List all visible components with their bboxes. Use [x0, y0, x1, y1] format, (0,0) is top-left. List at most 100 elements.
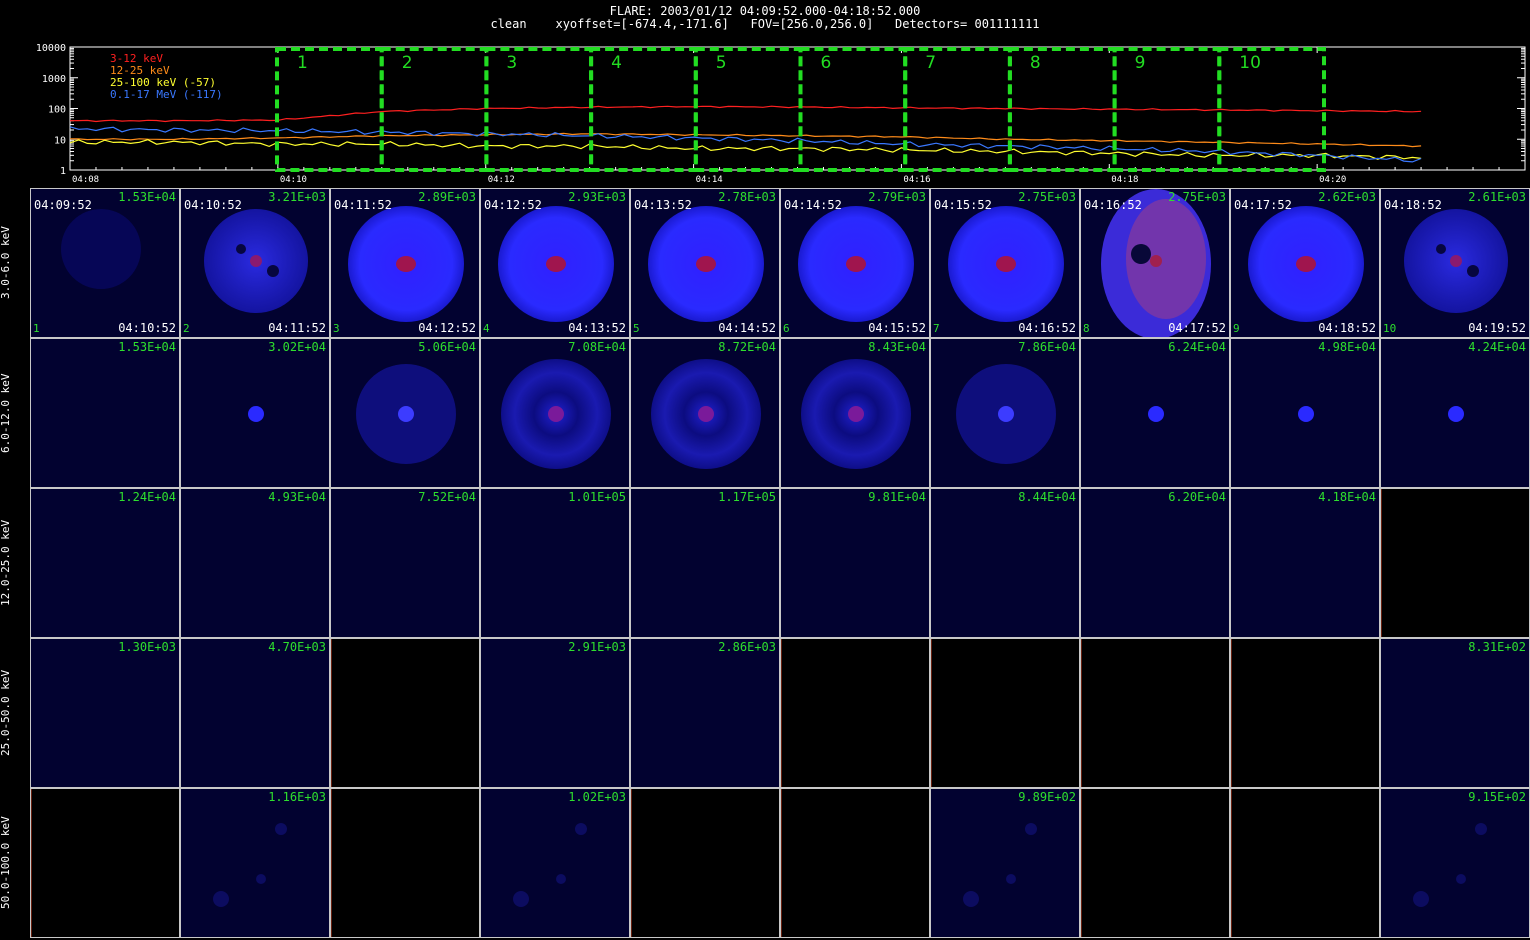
image-cell [330, 638, 480, 788]
end-time: 04:10:52 [118, 321, 176, 335]
cell-image [331, 489, 480, 638]
peak-count: 2.78E+03 [718, 190, 776, 204]
end-time: 04:15:52 [868, 321, 926, 335]
interval-label: 5 [716, 53, 727, 73]
x-tick-label: 04:12 [488, 175, 515, 185]
empty-axes [781, 639, 782, 787]
peak-count: 1.02E+03 [568, 790, 626, 804]
peak-count: 1.17E+05 [718, 490, 776, 504]
image-cell: 2.89E+03 04:11:52 04:12:52 3 [330, 188, 480, 338]
interval-number: 7 [933, 322, 940, 335]
peak-count: 4.18E+04 [1318, 490, 1376, 504]
image-cell [1380, 488, 1530, 638]
empty-axes [31, 789, 32, 937]
y-tick-label: 100 [48, 105, 66, 116]
interval-label: 4 [611, 53, 622, 73]
y-tick-label: 1000 [42, 74, 66, 85]
image-cell: 8.72E+04 [630, 338, 780, 488]
cell-image [1231, 489, 1380, 638]
cell-image [481, 489, 630, 638]
image-cell: 7.86E+04 [930, 338, 1080, 488]
legend-entry: 0.1-17 MeV (-117) [110, 88, 223, 101]
end-time: 04:19:52 [1468, 321, 1526, 335]
interval-box [275, 47, 384, 172]
cell-image [1081, 489, 1230, 638]
interval-label: 9 [1135, 53, 1146, 73]
interval-number: 3 [333, 322, 340, 335]
interval-label: 3 [506, 53, 517, 73]
peak-count: 2.91E+03 [568, 640, 626, 654]
image-cell: 2.75E+03 04:16:52 04:17:52 8 [1080, 188, 1230, 338]
empty-axes [631, 789, 632, 937]
cell-image [356, 364, 456, 464]
peak-count: 4.70E+03 [268, 640, 326, 654]
start-time: 04:13:52 [634, 198, 692, 212]
peak-count: 1.53E+04 [118, 340, 176, 354]
y-tick-label: 1 [60, 166, 66, 177]
cell-image [651, 359, 761, 469]
peak-count: 2.93E+03 [568, 190, 626, 204]
interval-number: 10 [1383, 322, 1397, 335]
cell-image [781, 489, 930, 638]
cell-image [1448, 406, 1464, 422]
interval-number: 4 [483, 322, 490, 335]
image-cell: 6.24E+04 [1080, 338, 1230, 488]
image-cell: 4.24E+04 [1380, 338, 1530, 488]
peak-count: 8.72E+04 [718, 340, 776, 354]
empty-axes [1231, 789, 1232, 937]
interval-label: 8 [1030, 53, 1041, 73]
start-time: 04:16:52 [1084, 198, 1142, 212]
cell-image [1148, 406, 1164, 422]
energy-label: 6.0-12.0 keV [0, 373, 12, 453]
image-cell: 4.70E+03 [180, 638, 330, 788]
y-tick-label: 10 [54, 135, 66, 146]
start-time: 04:12:52 [484, 198, 542, 212]
peak-count: 7.08E+04 [568, 340, 626, 354]
image-cell: 2.86E+03 [630, 638, 780, 788]
start-time: 04:11:52 [334, 198, 392, 212]
cell-image [481, 639, 630, 788]
image-cell: 7.52E+04 [330, 488, 480, 638]
interval-label: 10 [1239, 53, 1261, 73]
empty-axes [331, 789, 332, 937]
cell-image [248, 406, 264, 422]
peak-count: 2.86E+03 [718, 640, 776, 654]
image-cell [630, 788, 780, 938]
end-time: 04:17:52 [1168, 321, 1226, 335]
image-cell: 1.17E+05 [630, 488, 780, 638]
image-cell: 3.02E+04 [180, 338, 330, 488]
peak-count: 1.24E+04 [118, 490, 176, 504]
peak-count: 4.98E+04 [1318, 340, 1376, 354]
cell-image [1298, 406, 1314, 422]
x-tick-label: 04:14 [696, 175, 723, 185]
plot-frame [69, 46, 1526, 171]
interval-number: 5 [633, 322, 640, 335]
cell-image [181, 489, 330, 638]
peak-count: 1.53E+04 [118, 190, 176, 204]
interval-number: 6 [783, 322, 790, 335]
peak-count: 1.16E+03 [268, 790, 326, 804]
image-cell: 2.62E+03 04:17:52 04:18:52 9 [1230, 188, 1380, 338]
interval-box [1217, 47, 1327, 172]
image-cell: 2.75E+03 04:15:52 04:16:52 7 [930, 188, 1080, 338]
end-time: 04:16:52 [1018, 321, 1076, 335]
cell-image [1381, 639, 1530, 788]
x-tick-label: 04:10 [280, 175, 307, 185]
peak-count: 2.89E+03 [418, 190, 476, 204]
image-cell: 4.98E+04 [1230, 338, 1380, 488]
peak-count: 9.15E+02 [1468, 790, 1526, 804]
start-time: 04:09:52 [34, 198, 92, 212]
image-cell: 8.31E+02 [1380, 638, 1530, 788]
peak-count: 8.43E+04 [868, 340, 926, 354]
image-cell: 1.02E+03 [480, 788, 630, 938]
image-cell: 1.30E+03 [30, 638, 180, 788]
peak-count: 3.21E+03 [268, 190, 326, 204]
start-time: 04:17:52 [1234, 198, 1292, 212]
peak-count: 8.31E+02 [1468, 640, 1526, 654]
x-tick-label: 04:08 [72, 175, 99, 185]
interval-box [484, 47, 594, 172]
cell-image [181, 639, 330, 788]
end-time: 04:14:52 [718, 321, 776, 335]
empty-axes [331, 639, 332, 787]
peak-count: 7.86E+04 [1018, 340, 1076, 354]
